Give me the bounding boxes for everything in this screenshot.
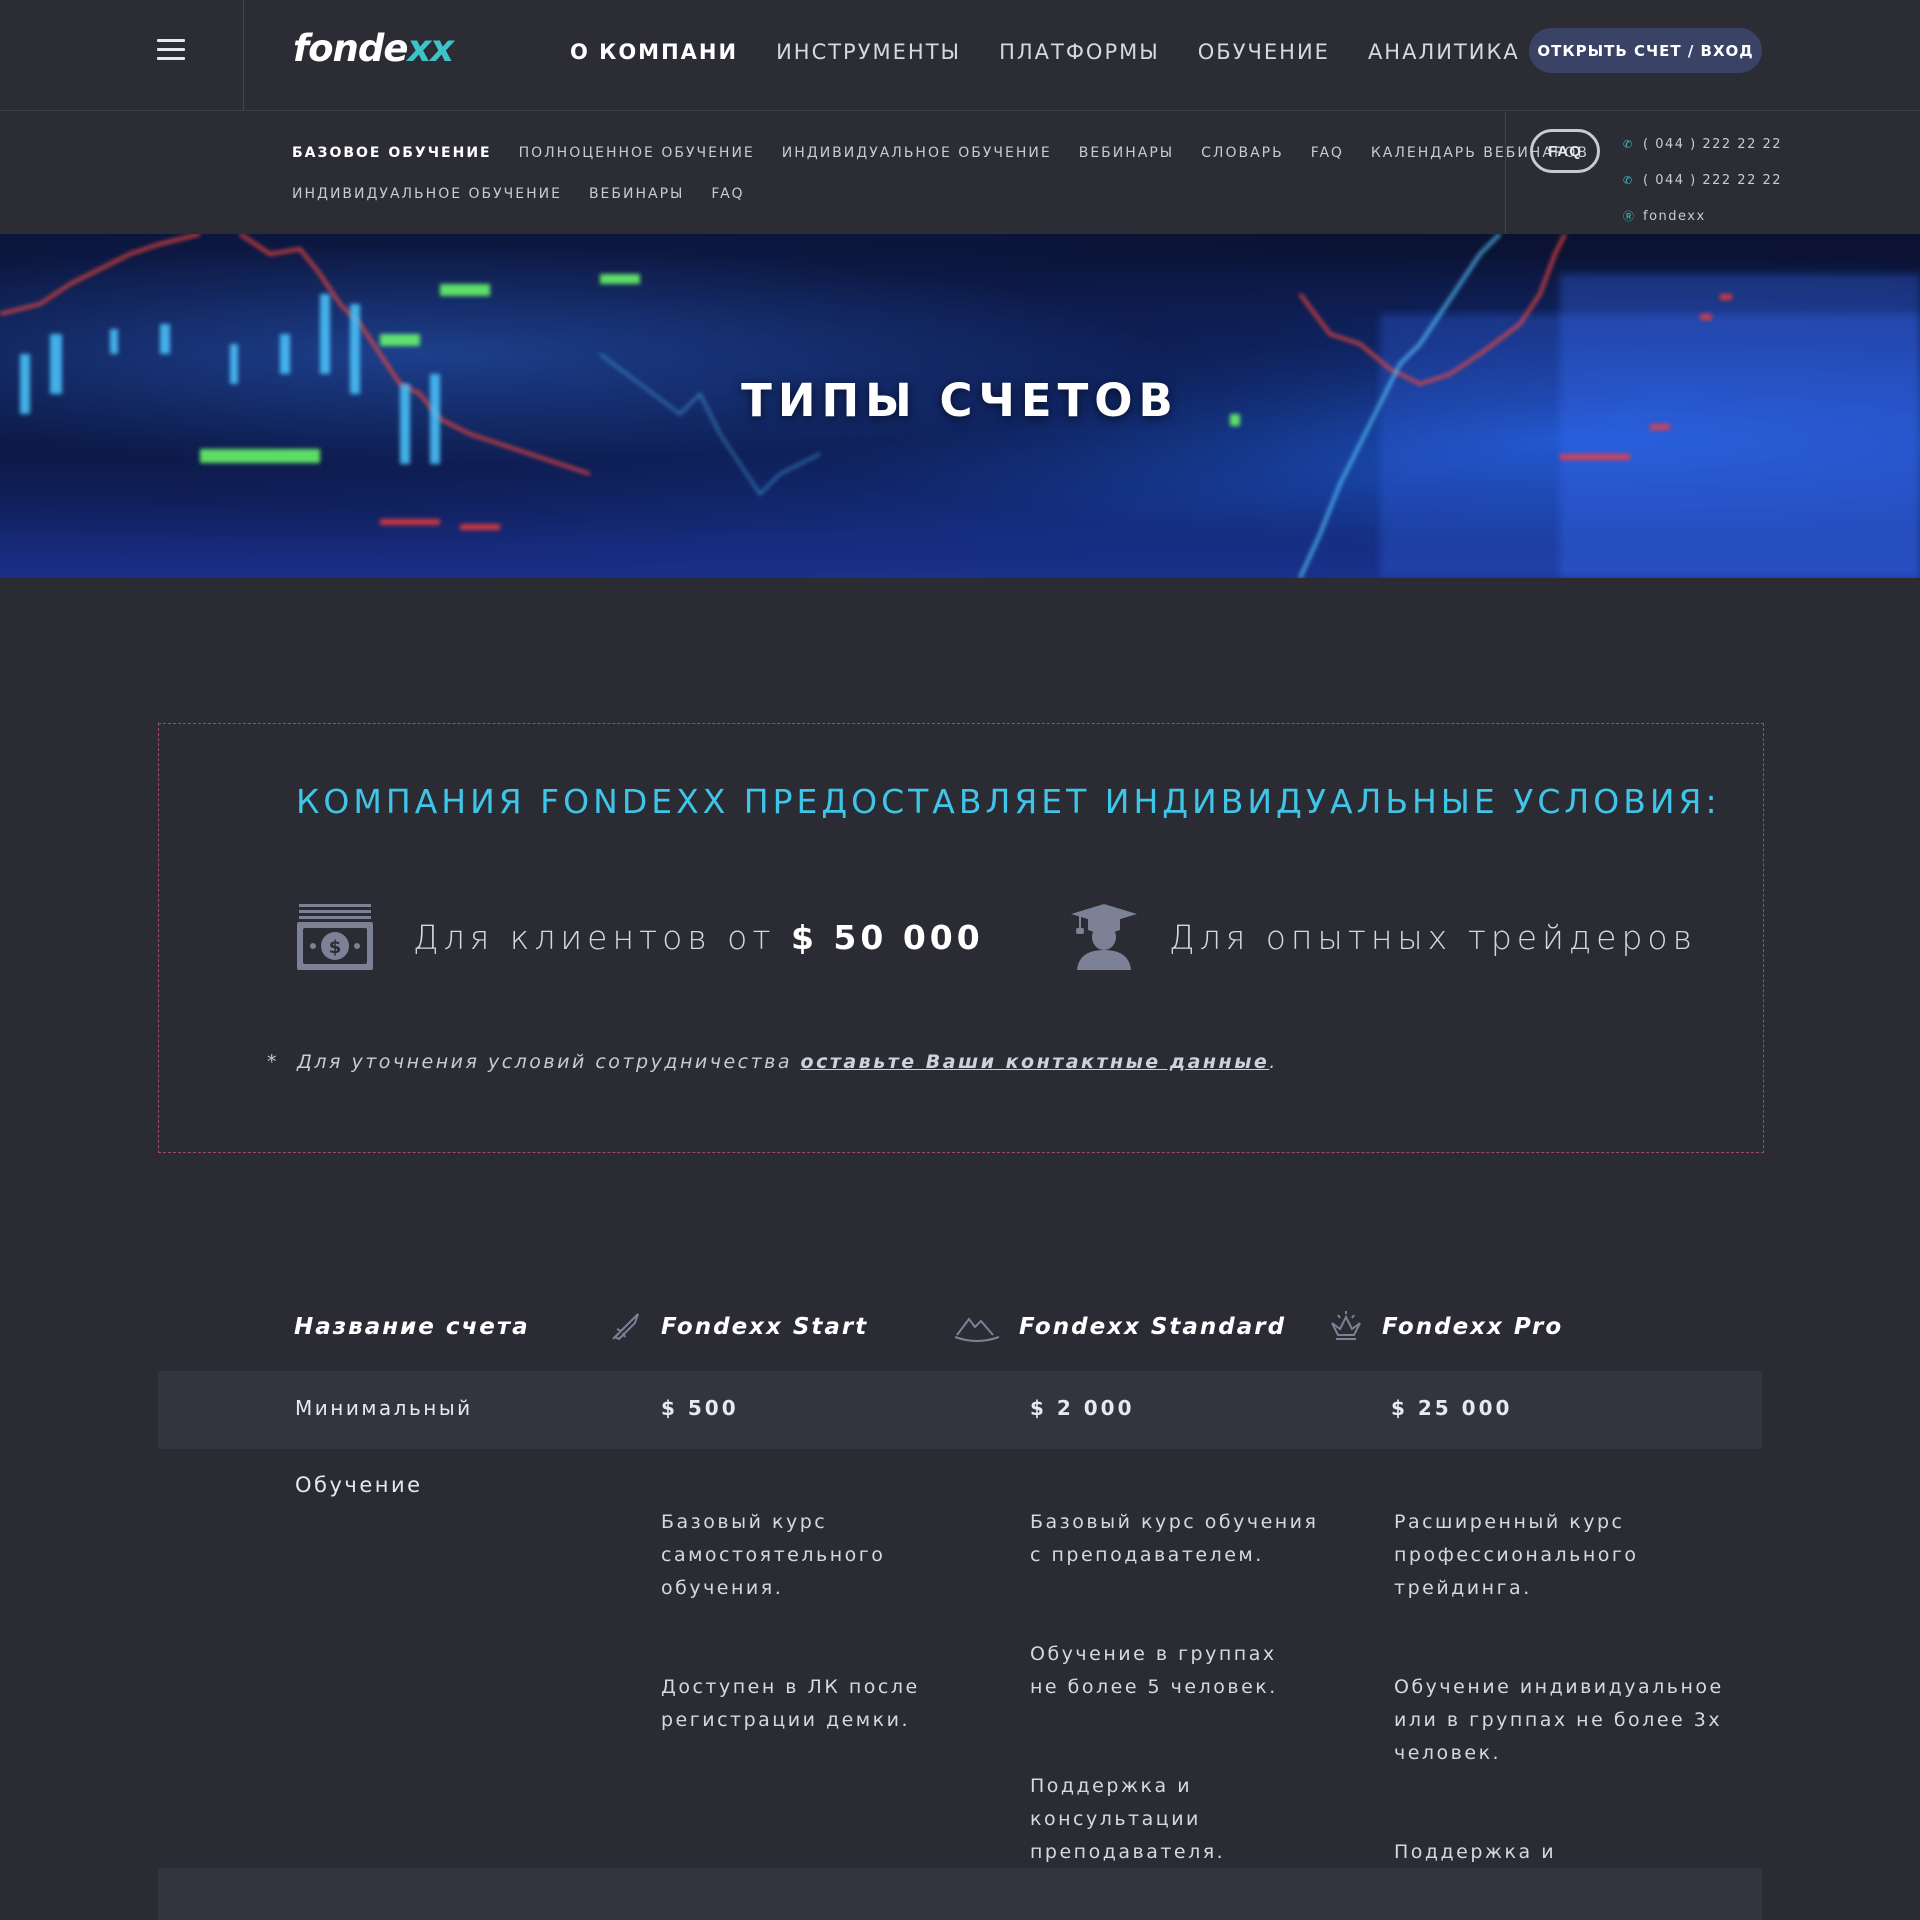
header-plan-pro: Fondexx Pro <box>1328 1297 1563 1357</box>
plan-standard-edu-1: Базовый курс обучения с преподавателем. <box>1030 1511 1319 1566</box>
header-account-name: Название счета <box>294 1314 530 1340</box>
plan-standard-min: $ 2 000 <box>1030 1396 1135 1420</box>
sub-nav-row-1: БАЗОВОЕ ОБУЧЕНИЕ ПОЛНОЦЕННОЕ ОБУЧЕНИЕ ИН… <box>292 145 1589 161</box>
leave-contacts-link[interactable]: оставьте Ваши контактные данные <box>801 1051 1270 1073</box>
subnav-item-full-education[interactable]: ПОЛНОЦЕННОЕ ОБУЧЕНИЕ <box>519 145 755 161</box>
phone-icon: ✆ <box>1623 137 1634 151</box>
contact-note: * Для уточнения условий сотрудничества ос… <box>267 1051 1278 1073</box>
nav-item-analytics[interactable]: АНАЛИТИКА <box>1368 40 1520 64</box>
note-text: Для уточнения условий сотрудничества <box>297 1051 801 1073</box>
subnav-item-webinars[interactable]: ВЕБИНАРЫ <box>1079 145 1174 161</box>
svg-text:$: $ <box>329 937 342 958</box>
top-header: fondexx О КОМПАНИ ИНСТРУМЕНТЫ ПЛАТФОРМЫ … <box>0 0 1920 111</box>
plan-start-education: Базовый курс самостоятельного обучения. … <box>661 1473 920 1803</box>
header-plan-standard: Fondexx Standard <box>953 1297 1286 1357</box>
subnav-item-individual-education[interactable]: ИНДИВИДУАЛЬНОЕ ОБУЧЕНИЕ <box>782 145 1052 161</box>
sub-header-divider <box>1505 112 1506 234</box>
table-row-education: Обучение Базовый курс самостоятельного о… <box>158 1449 1762 1896</box>
subnav-item-basic-education[interactable]: БАЗОВОЕ ОБУЧЕНИЕ <box>292 145 492 161</box>
subnav-item-individual-education-2[interactable]: ИНДИВИДУАЛЬНОЕ ОБУЧЕНИЕ <box>292 186 562 202</box>
nav-item-company[interactable]: О КОМПАНИ <box>570 40 738 64</box>
plan-standard-edu-2: Обучение в группах не более 5 человек. <box>1030 1643 1278 1698</box>
contacts: ✆ ( 044 ) 222 22 22 ✆ ( 044 ) 222 22 22 … <box>1623 126 1782 234</box>
sub-nav-row-2: ИНДИВИДУАЛЬНОЕ ОБУЧЕНИЕ ВЕБИНАРЫ FAQ <box>292 186 745 202</box>
plan-pro-education: Расширенный курс профессионального трейд… <box>1394 1473 1724 1920</box>
rocket-icon <box>612 1313 639 1341</box>
feature-large-clients: $ Для клиентов от $ 50 000 <box>297 904 984 970</box>
header-plan-start: Fondexx Start <box>607 1297 868 1357</box>
skype-icon: Ⓡ <box>1623 209 1636 223</box>
skype-link[interactable]: fondexx <box>1643 209 1706 224</box>
money-bill-icon: $ <box>297 904 373 970</box>
individual-conditions-box: КОМПАНИЯ FONDEXX ПРЕДОСТАВЛЯЕТ ИНДИВИДУА… <box>158 723 1764 1153</box>
plan-start-edu-2: Доступен в ЛК после регистрации демки. <box>661 1676 920 1731</box>
hero-banner: ТИПЫ СЧЕТОВ <box>0 234 1920 578</box>
plan-standard-education: Базовый курс обучения с преподавателем. … <box>1030 1473 1318 1920</box>
main-nav: О КОМПАНИ ИНСТРУМЕНТЫ ПЛАТФОРМЫ ОБУЧЕНИЕ… <box>570 0 1520 104</box>
contact-phone-2: ✆ ( 044 ) 222 22 22 <box>1623 162 1782 198</box>
header-divider <box>243 0 244 111</box>
feature-experienced-traders: Для опытных трейдеров <box>1071 904 1697 970</box>
accounts-table-header: Название счета Fondexx Start Fondexx Sta… <box>158 1297 1762 1357</box>
crown-icon <box>1331 1311 1361 1340</box>
graduate-icon <box>1071 904 1137 970</box>
nav-item-instruments[interactable]: ИНСТРУМЕНТЫ <box>776 40 961 64</box>
plan-standard-edu-3: Поддержка и консультации преподавателя. <box>1030 1775 1226 1863</box>
feature-experienced-traders-text: Для опытных трейдеров <box>1169 917 1697 957</box>
nav-item-platforms[interactable]: ПЛАТФОРМЫ <box>999 40 1160 64</box>
next-table-row <box>158 1868 1762 1920</box>
page-title: ТИПЫ СЧЕТОВ <box>741 374 1179 427</box>
plan-standard-name: Fondexx Standard <box>1019 1314 1287 1340</box>
mountain-icon <box>954 1317 1000 1342</box>
plan-pro-edu-2: Обучение индивидуальное или в группах не… <box>1394 1676 1724 1764</box>
hamburger-menu-icon[interactable] <box>157 39 185 61</box>
note-asterisk: * <box>267 1051 279 1073</box>
nav-item-education[interactable]: ОБУЧЕНИЕ <box>1198 40 1330 64</box>
open-account-login-button[interactable]: ОТКРЫТЬ СЧЕТ / ВХОД <box>1529 28 1762 73</box>
plan-start-min: $ 500 <box>661 1396 739 1420</box>
row-label-education: Обучение <box>295 1473 423 1497</box>
contact-skype: Ⓡ fondexx <box>1623 198 1782 234</box>
plan-pro-edu-1: Расширенный курс профессионального трейд… <box>1394 1511 1639 1599</box>
feature-large-clients-amount: $ 50 000 <box>790 917 984 957</box>
subnav-item-webinars-2[interactable]: ВЕБИНАРЫ <box>589 186 684 202</box>
phone-link-1[interactable]: ( 044 ) 222 22 22 <box>1643 137 1782 152</box>
plan-start-name: Fondexx Start <box>661 1314 869 1340</box>
sub-header: БАЗОВОЕ ОБУЧЕНИЕ ПОЛНОЦЕННОЕ ОБУЧЕНИЕ ИН… <box>0 112 1920 234</box>
subnav-item-faq[interactable]: FAQ <box>1311 145 1344 161</box>
conditions-heading: КОМПАНИЯ FONDEXX ПРЕДОСТАВЛЯЕТ ИНДИВИДУА… <box>296 782 1721 821</box>
plan-pro-name: Fondexx Pro <box>1382 1314 1564 1340</box>
feature-large-clients-text: Для клиентов от $ 50 000 <box>413 917 984 957</box>
subnav-item-glossary[interactable]: СЛОВАРЬ <box>1201 145 1284 161</box>
fondexx-logo[interactable]: fondexx <box>293 26 454 72</box>
plan-pro-min: $ 25 000 <box>1391 1396 1513 1420</box>
table-row-minimum-deposit: Минимальный $ 500 $ 2 000 $ 25 000 <box>158 1371 1762 1449</box>
faq-button[interactable]: FAQ <box>1530 129 1600 173</box>
phone-icon: ✆ <box>1623 173 1634 187</box>
row-label-minimum: Минимальный <box>295 1396 473 1420</box>
contact-phone-1: ✆ ( 044 ) 222 22 22 <box>1623 126 1782 162</box>
plan-start-edu-1: Базовый курс самостоятельного обучения. <box>661 1511 886 1599</box>
note-end: . <box>1269 1051 1278 1073</box>
subnav-item-faq-2[interactable]: FAQ <box>711 186 744 202</box>
phone-link-2[interactable]: ( 044 ) 222 22 22 <box>1643 173 1782 188</box>
